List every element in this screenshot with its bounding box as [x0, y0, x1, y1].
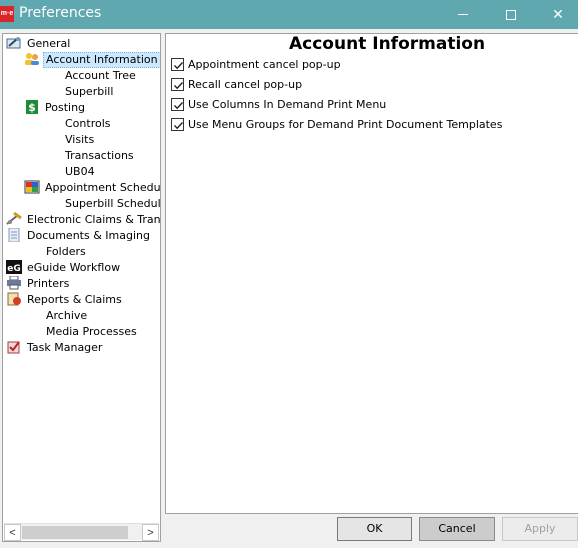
tree-item-controls[interactable]: Controls	[63, 116, 113, 132]
app-logo-icon: m·e	[0, 6, 14, 22]
checkmark-icon	[174, 101, 184, 109]
window-title: Preferences	[19, 5, 102, 21]
tree-item-documents-imaging[interactable]: Documents & Imaging	[6, 227, 152, 244]
option-label: Use Columns In Demand Print Menu	[188, 98, 387, 111]
settings-panel: Account Information Appointment cancel p…	[165, 33, 578, 514]
reports-icon	[6, 292, 22, 306]
tree-item-ub04[interactable]: UB04	[63, 164, 97, 180]
eg-icon: eG	[6, 260, 22, 274]
document-icon	[6, 227, 22, 243]
scrollbar-thumb[interactable]	[22, 526, 128, 539]
tree-item-posting[interactable]: $ Posting	[24, 100, 87, 116]
recall-cancel-popup-checkbox[interactable]	[171, 77, 184, 91]
tree-item-superbill-scheduler[interactable]: Superbill Scheduler	[63, 196, 160, 212]
option-use-menu-groups[interactable]: Use Menu Groups for Demand Print Documen…	[171, 117, 502, 133]
maximize-button[interactable]	[488, 0, 534, 29]
checkmark-icon	[174, 61, 184, 69]
option-appointment-cancel-popup[interactable]: Appointment cancel pop-up	[171, 57, 341, 73]
apply-button[interactable]: Apply	[502, 517, 578, 541]
tree-item-media-processes[interactable]: Media Processes	[44, 324, 139, 340]
close-icon: ✕	[552, 6, 564, 22]
option-label: Use Menu Groups for Demand Print Documen…	[188, 118, 503, 131]
tree-item-transactions[interactable]: Transactions	[63, 148, 136, 164]
cancel-button[interactable]: Cancel	[419, 517, 495, 541]
tree-item-superbill[interactable]: Superbill	[63, 84, 115, 100]
tree-item-task-manager[interactable]: Task Manager	[6, 340, 104, 356]
tree-item-reports-claims[interactable]: Reports & Claims	[6, 292, 124, 308]
wrench-icon	[6, 36, 22, 50]
close-button[interactable]: ✕	[535, 0, 578, 29]
option-label: Recall cancel pop-up	[188, 78, 303, 91]
tree-item-printers[interactable]: Printers	[6, 275, 71, 292]
calendar-grid-icon	[24, 180, 40, 194]
tree-item-appointment-scheduler[interactable]: Appointment Scheduler	[24, 180, 160, 196]
ok-button[interactable]: OK	[337, 517, 412, 541]
maximize-icon	[506, 9, 516, 20]
tree-horizontal-scrollbar[interactable]: < >	[4, 523, 159, 541]
printer-icon	[6, 275, 22, 290]
tree-item-general[interactable]: General	[6, 36, 72, 52]
scroll-right-button[interactable]: >	[142, 524, 159, 541]
tree-item-account-information[interactable]: Account Information	[24, 52, 160, 68]
svg-text:eG: eG	[7, 264, 21, 274]
option-label: Appointment cancel pop-up	[188, 58, 341, 71]
use-menu-groups-checkbox[interactable]	[171, 117, 184, 131]
svg-text:$: $	[28, 101, 36, 114]
task-manager-icon	[6, 340, 22, 354]
checkmark-icon	[174, 121, 184, 129]
title-bar: m·e Preferences ✕	[0, 0, 578, 29]
appointment-cancel-popup-checkbox[interactable]	[171, 57, 184, 71]
tree-item-folders[interactable]: Folders	[44, 244, 88, 260]
satellite-icon	[6, 211, 22, 226]
tree-item-eguide-workflow[interactable]: eG eGuide Workflow	[6, 260, 122, 276]
tree-item-electronic-claims[interactable]: Electronic Claims & Transmis	[6, 211, 160, 228]
checkmark-icon	[174, 81, 184, 89]
option-recall-cancel-popup[interactable]: Recall cancel pop-up	[171, 77, 302, 93]
dollar-icon: $	[24, 100, 40, 114]
tree-item-account-tree[interactable]: Account Tree	[63, 68, 138, 84]
use-columns-demand-print-checkbox[interactable]	[171, 97, 184, 111]
tree-item-archive[interactable]: Archive	[44, 308, 89, 324]
minimize-icon	[458, 14, 468, 15]
scroll-left-button[interactable]: <	[4, 524, 21, 541]
minimize-button[interactable]	[440, 0, 486, 29]
panel-title: Account Information	[289, 34, 486, 54]
preferences-tree[interactable]: General Account Information Account Tree…	[2, 33, 161, 542]
option-use-columns-demand-print[interactable]: Use Columns In Demand Print Menu	[171, 97, 386, 113]
tree-item-visits[interactable]: Visits	[63, 132, 96, 148]
user-group-icon	[24, 52, 40, 66]
